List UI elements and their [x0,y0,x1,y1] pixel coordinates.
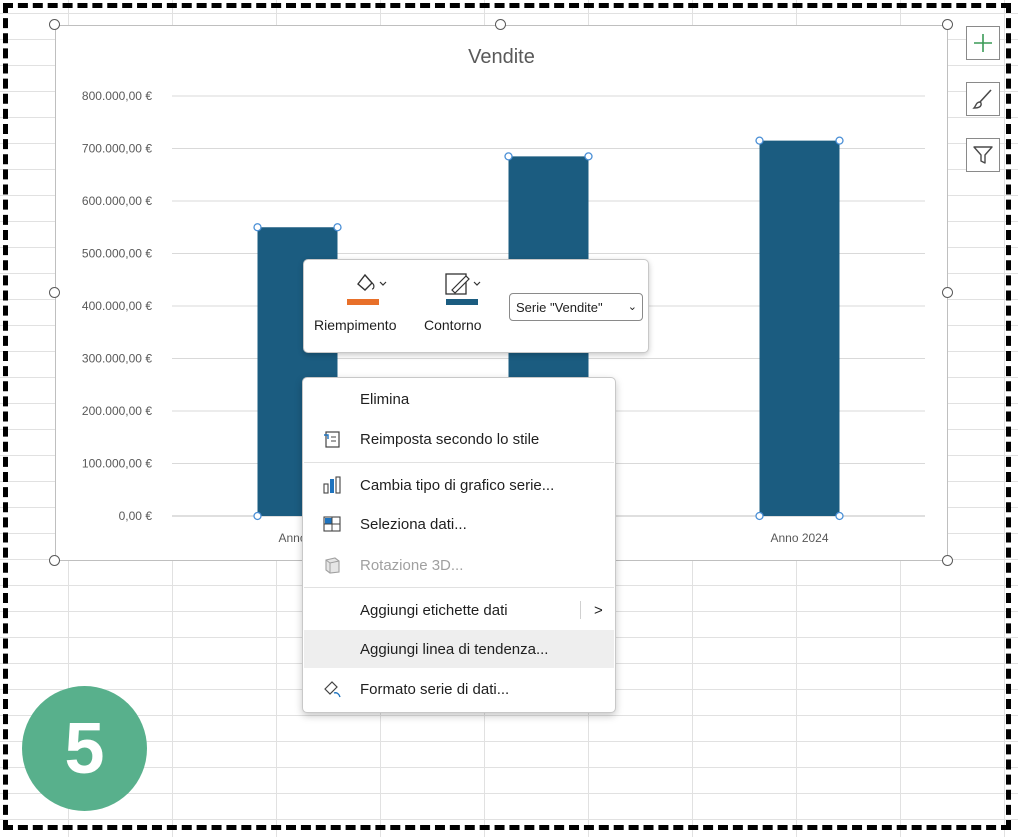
menu-item-label: Seleziona dati... [360,515,467,533]
menu-item-label: Elimina [360,390,410,408]
mini-toolbar: Riempimento Contorno Serie "Vendite" ⌄ [303,259,649,353]
chart-title[interactable]: Vendite [55,46,948,69]
rotation-3d-icon [325,557,340,574]
chart-styles-button[interactable] [966,82,1000,116]
series-selector-value: Serie "Vendite" [516,299,603,315]
select-data-icon [323,516,341,532]
menu-item-add-trendline[interactable]: Aggiungi linea di tendenza... [304,630,614,668]
menu-item-label: Reimposta secondo lo stile [360,430,540,448]
menu-item-select-data[interactable]: Seleziona dati... [304,505,614,543]
step-number-badge: 5 [22,686,147,811]
menu-item-change-chart-type[interactable]: Cambia tipo di grafico serie... [304,466,614,504]
chevron-down-icon: ⌄ [627,301,637,313]
fill-color-swatch [347,299,379,305]
brush-icon [972,89,992,109]
outline-label: Contorno [424,317,482,333]
change-chart-type-icon [323,476,341,494]
fill-label: Riempimento [314,317,397,333]
menu-item-label: Cambia tipo di grafico serie... [360,476,555,494]
format-series-icon [324,681,341,698]
resize-handle-top-center[interactable] [495,19,506,30]
menu-separator [304,587,614,588]
resize-handle-middle-left[interactable] [49,287,60,298]
plus-icon [974,34,992,52]
chevron-right-icon: > [594,601,603,619]
menu-item-delete[interactable]: Elimina [304,380,614,418]
fill-button[interactable]: Riempimento [314,266,414,346]
menu-item-label: Aggiungi linea di tendenza... [360,640,549,658]
chart-filters-button[interactable] [966,138,1000,172]
chart-elements-button[interactable] [966,26,1000,60]
paint-bucket-icon [357,273,387,291]
resize-handle-bottom-left[interactable] [49,555,60,566]
menu-item-label: Aggiungi etichette dati [360,601,508,619]
menu-item-3d-rotation[interactable]: Rotazione 3D... [304,546,614,584]
resize-handle-top-right[interactable] [942,19,953,30]
context-menu: Elimina Reimposta secondo lo stile Cambi… [302,377,616,713]
submenu-divider [580,601,581,619]
menu-item-add-data-labels[interactable]: Aggiungi etichette dati > [304,591,614,629]
resize-handle-top-left[interactable] [49,19,60,30]
menu-item-label: Rotazione 3D... [360,556,464,574]
menu-separator [304,462,614,463]
outline-button[interactable]: Contorno [422,266,502,346]
outline-color-swatch [446,299,478,305]
series-selector-dropdown[interactable]: Serie "Vendite" ⌄ [509,293,643,321]
resize-handle-middle-right[interactable] [942,287,953,298]
filter-icon [973,146,993,164]
menu-item-format-data-series[interactable]: Formato serie di dati... [304,670,614,708]
reset-style-icon [324,431,340,448]
menu-item-reset-style[interactable]: Reimposta secondo lo stile [304,420,614,458]
menu-item-label: Formato serie di dati... [360,680,510,698]
pen-outline-icon [445,273,481,295]
resize-handle-bottom-right[interactable] [942,555,953,566]
